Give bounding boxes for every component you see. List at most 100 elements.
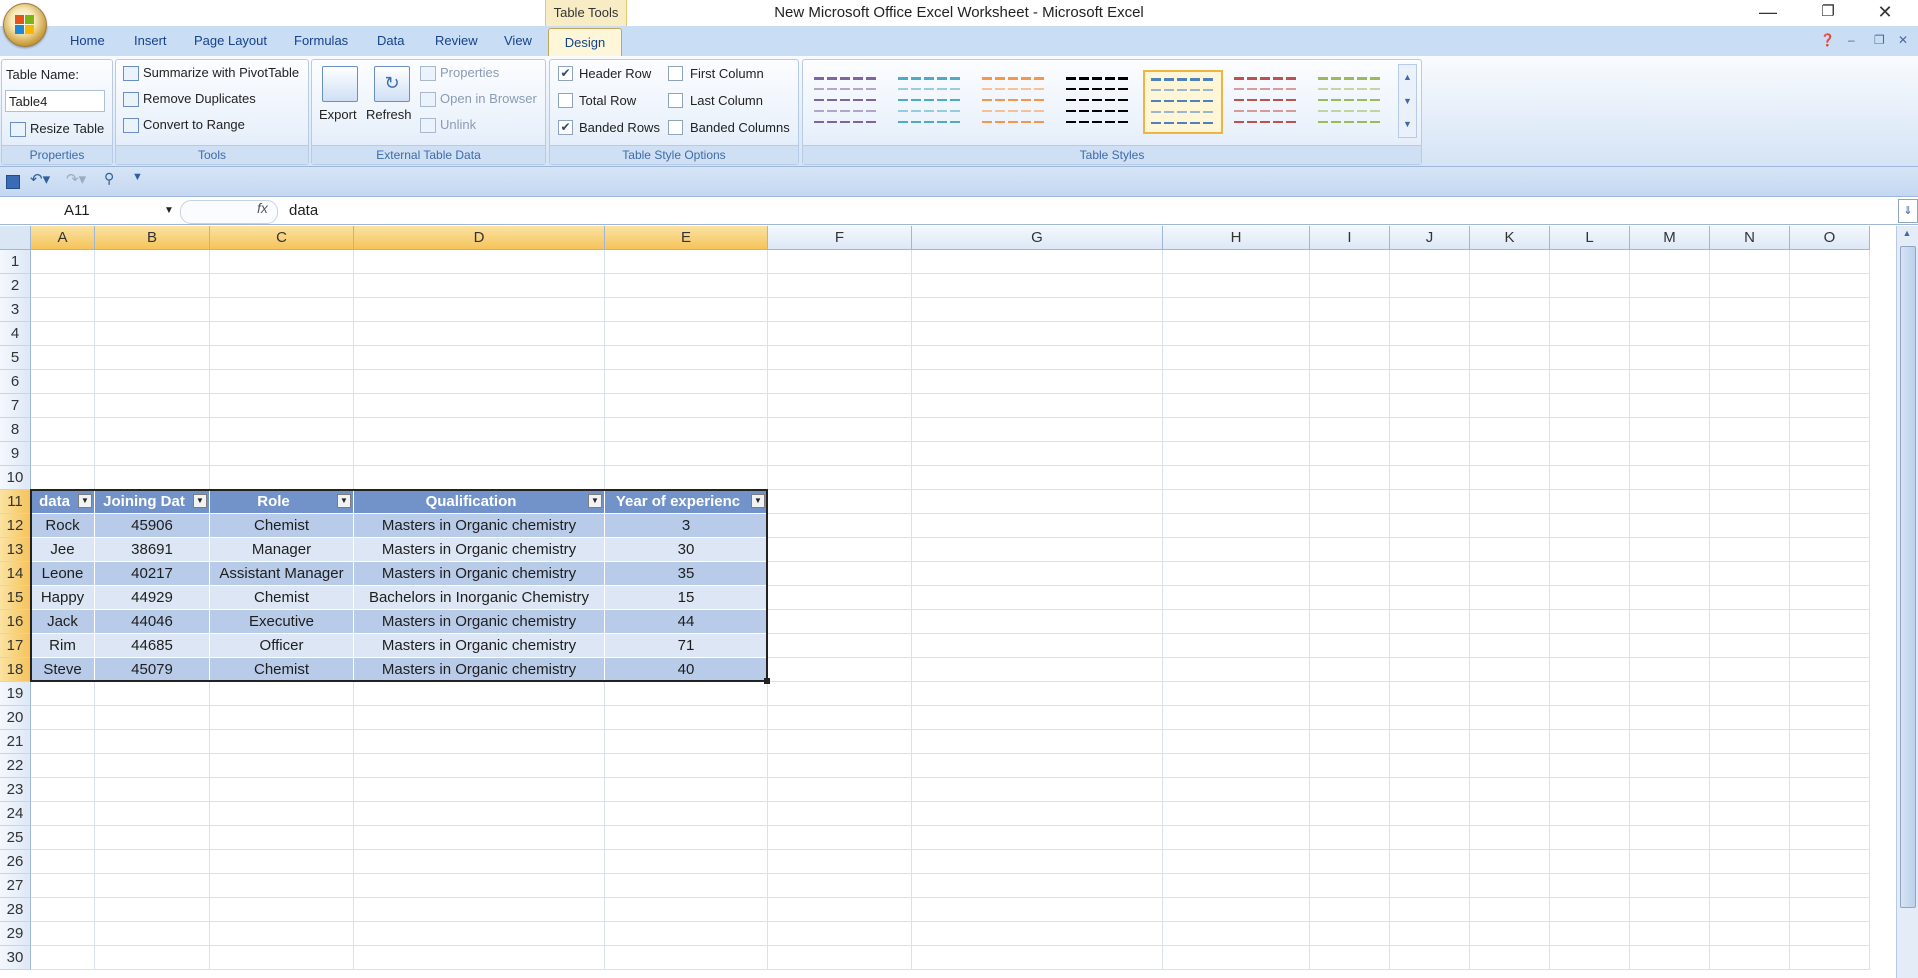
cell[interactable] [912, 946, 1163, 970]
cell[interactable] [1790, 658, 1870, 682]
cell[interactable] [210, 346, 354, 370]
cell[interactable] [768, 634, 912, 658]
cell[interactable] [1630, 826, 1710, 850]
cell[interactable] [768, 370, 912, 394]
cell[interactable] [1550, 490, 1630, 514]
cell[interactable] [354, 274, 605, 298]
column-header-e[interactable]: E [605, 226, 768, 250]
cell[interactable] [1163, 298, 1310, 322]
table-cell[interactable]: Chemist [210, 658, 354, 682]
cell[interactable] [1710, 490, 1790, 514]
cell[interactable] [95, 298, 210, 322]
table-cell[interactable]: Rock [31, 514, 95, 538]
cell[interactable] [1710, 898, 1790, 922]
cell[interactable] [1550, 706, 1630, 730]
cell[interactable] [768, 658, 912, 682]
cell[interactable] [1790, 826, 1870, 850]
row-header-4[interactable]: 4 [0, 322, 31, 346]
cell[interactable] [1790, 802, 1870, 826]
cell[interactable] [1790, 874, 1870, 898]
cell[interactable] [210, 754, 354, 778]
table-style-swatch[interactable] [807, 70, 885, 132]
cell[interactable] [1630, 370, 1710, 394]
cell[interactable] [605, 778, 768, 802]
cell[interactable] [1470, 754, 1550, 778]
cell[interactable] [1550, 802, 1630, 826]
cell[interactable] [1710, 778, 1790, 802]
cell[interactable] [1790, 778, 1870, 802]
print-preview-icon[interactable]: ⚲ [104, 170, 114, 187]
cell[interactable] [1163, 922, 1310, 946]
workbook-restore-icon[interactable]: ❐ [1874, 33, 1885, 47]
row-header-21[interactable]: 21 [0, 730, 31, 754]
cell[interactable] [1550, 274, 1630, 298]
cell[interactable] [768, 898, 912, 922]
row-header-24[interactable]: 24 [0, 802, 31, 826]
cell[interactable] [1390, 490, 1470, 514]
cell[interactable] [1630, 442, 1710, 466]
cell[interactable] [1630, 346, 1710, 370]
cell[interactable] [1630, 466, 1710, 490]
cell[interactable] [1790, 442, 1870, 466]
cell[interactable] [605, 394, 768, 418]
cell[interactable] [605, 346, 768, 370]
cell[interactable] [768, 514, 912, 538]
cell[interactable] [912, 442, 1163, 466]
cell[interactable] [95, 874, 210, 898]
filter-dropdown-icon[interactable]: ▼ [193, 494, 207, 508]
tab-design[interactable]: Design [548, 28, 622, 57]
cell[interactable] [605, 418, 768, 442]
table-cell[interactable]: 45079 [95, 658, 210, 682]
cell[interactable] [1470, 682, 1550, 706]
filter-dropdown-icon[interactable]: ▼ [588, 494, 602, 508]
cell[interactable] [95, 370, 210, 394]
cell[interactable] [354, 466, 605, 490]
cell[interactable] [354, 418, 605, 442]
table-cell[interactable]: Officer [210, 634, 354, 658]
cell[interactable] [768, 538, 912, 562]
cell[interactable] [768, 586, 912, 610]
cell[interactable] [1470, 898, 1550, 922]
workbook-close-icon[interactable]: ✕ [1898, 33, 1908, 47]
cell[interactable] [95, 802, 210, 826]
cell[interactable] [1710, 538, 1790, 562]
cell[interactable] [354, 370, 605, 394]
cell[interactable] [1390, 586, 1470, 610]
cell[interactable] [768, 346, 912, 370]
cell[interactable] [31, 370, 95, 394]
cell[interactable] [912, 922, 1163, 946]
cell[interactable] [1310, 418, 1390, 442]
cell[interactable] [1630, 706, 1710, 730]
table-cell[interactable]: 40217 [95, 562, 210, 586]
cell[interactable] [1470, 850, 1550, 874]
gallery-down-icon[interactable]: ▼ [1399, 89, 1416, 113]
minimize-icon[interactable]: — [1745, 0, 1791, 26]
formula-input[interactable]: data [289, 200, 318, 222]
cell[interactable] [1790, 346, 1870, 370]
table-cell[interactable]: Masters in Organic chemistry [354, 514, 605, 538]
cell[interactable] [1710, 346, 1790, 370]
cell[interactable] [95, 466, 210, 490]
cell[interactable] [605, 754, 768, 778]
cell[interactable] [354, 394, 605, 418]
table-cell[interactable]: Executive [210, 610, 354, 634]
cell[interactable] [912, 658, 1163, 682]
cell[interactable] [1630, 778, 1710, 802]
cell[interactable] [1710, 706, 1790, 730]
cell[interactable] [1550, 682, 1630, 706]
cell[interactable] [1710, 730, 1790, 754]
cell[interactable] [1710, 418, 1790, 442]
cell[interactable] [1550, 250, 1630, 274]
cell[interactable] [912, 754, 1163, 778]
cell[interactable] [1710, 274, 1790, 298]
row-header-28[interactable]: 28 [0, 898, 31, 922]
cell[interactable] [210, 682, 354, 706]
cell[interactable] [605, 898, 768, 922]
row-header-17[interactable]: 17 [0, 634, 31, 658]
cell[interactable] [1390, 802, 1470, 826]
cell[interactable] [768, 778, 912, 802]
row-header-14[interactable]: 14 [0, 562, 31, 586]
cell[interactable] [95, 274, 210, 298]
insert-function-icon[interactable]: fx [257, 200, 268, 216]
cell[interactable] [1710, 322, 1790, 346]
